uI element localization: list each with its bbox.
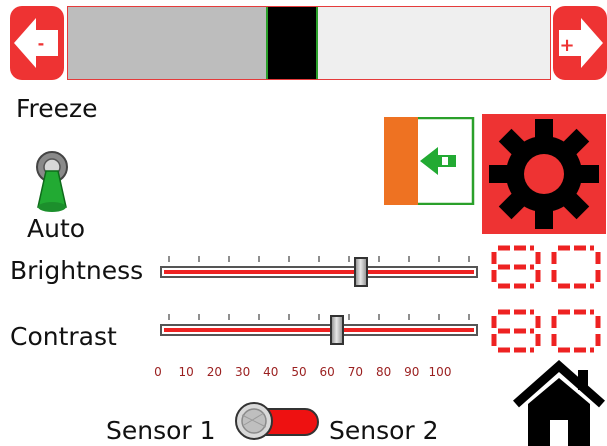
scale-tick-label: 30: [234, 365, 251, 379]
brightness-label: Brightness: [10, 256, 144, 285]
scale-tick-label: 70: [347, 365, 364, 379]
freeze-slider-thumb[interactable]: [266, 7, 319, 79]
brightness-knob[interactable]: [354, 257, 368, 287]
scale-tick-label: 40: [263, 365, 279, 379]
arrow-left-icon: -: [10, 6, 64, 80]
decrease-button[interactable]: -: [10, 6, 64, 80]
scale-tick-label: 50: [291, 365, 307, 379]
contrast-display-tens: [490, 308, 542, 354]
brightness-display-tens: [490, 244, 542, 290]
scale-tick-label: 90: [404, 365, 420, 379]
contrast-label: Contrast: [10, 322, 117, 351]
scale-tick-label: 20: [206, 365, 223, 379]
scale-tick-label: 0: [154, 365, 162, 379]
exit-button[interactable]: [384, 117, 476, 205]
auto-toggle[interactable]: [30, 145, 74, 215]
brightness-rail: [160, 266, 478, 278]
contrast-ticks: [168, 314, 470, 320]
contrast-rail: [160, 324, 478, 336]
increase-button[interactable]: +: [553, 6, 607, 80]
exit-door-icon: [384, 117, 475, 205]
home-icon: [513, 360, 605, 446]
brightness-slider[interactable]: [160, 256, 478, 287]
home-button[interactable]: [512, 360, 606, 446]
toggle-switch-icon: [235, 402, 319, 440]
sensor-switch[interactable]: [232, 401, 322, 441]
arrow-right-icon: +: [553, 6, 607, 80]
minus-label: -: [38, 34, 45, 53]
plus-label: +: [559, 35, 574, 56]
gear-icon: [489, 119, 599, 229]
settings-button[interactable]: [482, 114, 606, 234]
auto-label: Auto: [27, 214, 86, 243]
scale-tick-label: 100: [428, 365, 452, 379]
freeze-slider[interactable]: [67, 6, 551, 80]
toggle-lever-icon: [36, 151, 68, 212]
brightness-display-ones: [550, 244, 602, 290]
brightness-ticks: [168, 256, 470, 262]
sensor-1-label: Sensor 1: [106, 416, 216, 445]
contrast-display-ones: [550, 308, 602, 354]
contrast-slider[interactable]: [160, 314, 478, 345]
freeze-label: Freeze: [16, 94, 98, 123]
contrast-knob[interactable]: [330, 315, 344, 345]
freeze-slider-fill: [68, 7, 267, 79]
scale-tick-label: 60: [319, 365, 335, 379]
sensor-2-label: Sensor 2: [329, 416, 439, 445]
value-scale: 0 10 20 30 40 50 60 70 80 90 100: [152, 365, 452, 381]
scale-tick-label: 80: [375, 365, 392, 379]
scale-tick-label: 10: [178, 365, 194, 379]
